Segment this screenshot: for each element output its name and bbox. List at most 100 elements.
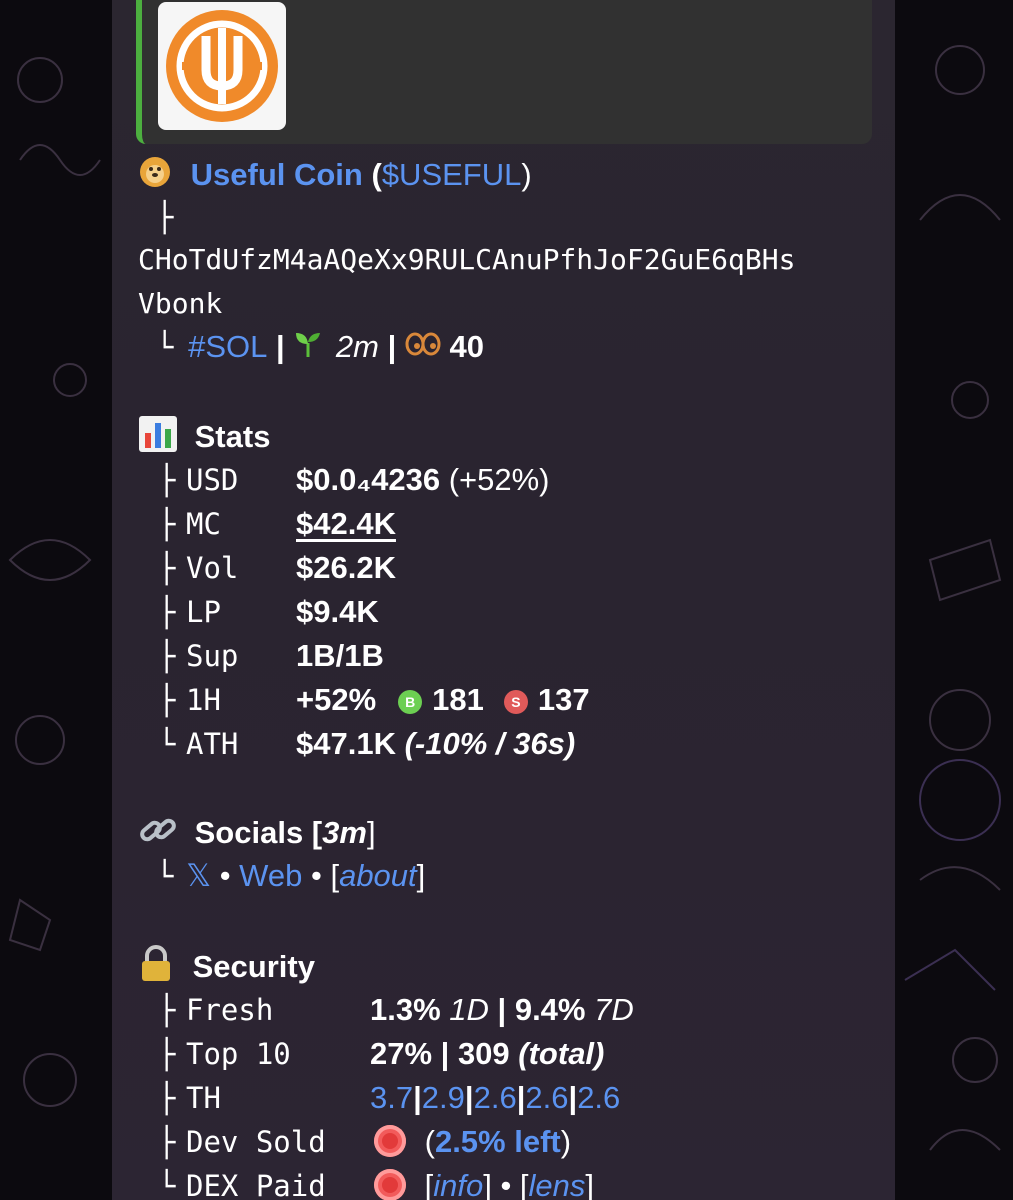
chain-age-holders-line: └ #SOL | 2m | 40 [156, 327, 484, 369]
tree-branch: ├ [158, 595, 176, 629]
stat-label: Sup [186, 639, 239, 673]
stat-label: MC [186, 507, 221, 541]
fresh-1d-percent: 1.3% [370, 992, 441, 1027]
socials-title: Socials [ [194, 815, 323, 851]
stat-value-group: $9.4K [296, 592, 379, 632]
tree-branch: ├ [158, 463, 176, 497]
about-link[interactable]: about [339, 858, 417, 893]
socials-close-bracket: ] [366, 815, 376, 851]
ticker-open-paren: ( [371, 157, 382, 193]
separator: • [211, 858, 240, 893]
top10-total-note: (total) [509, 1036, 605, 1071]
stat-value: $47.1K [296, 726, 396, 761]
dex-paid-value: [info] • [lens] [374, 1166, 594, 1200]
top10-value: 27% | 309 (total) [370, 1034, 604, 1074]
security-title: Security [192, 949, 315, 985]
sell-icon: S [503, 689, 528, 714]
separator: | [488, 992, 515, 1027]
sell-count: 137 [537, 682, 590, 717]
stat-extra: (-10% / 36s) [395, 726, 576, 761]
stat-label: LP [186, 595, 221, 629]
ticker-close-paren: ) [521, 157, 532, 193]
top10-label: Top 10 [186, 1037, 291, 1071]
address-line-1: CHoTdUfzM4aAQeXx9RULCAnuPfhJoF2GuE6qBHs [138, 243, 796, 276]
about-open-bracket: [ [330, 858, 340, 893]
socials-age: 3m [322, 815, 367, 851]
tree-branch: ├ [158, 683, 176, 717]
buy-icon: B [398, 689, 423, 714]
contract-address-continued[interactable]: Vbonk [138, 284, 222, 324]
dex-close-bracket: ] [585, 1168, 595, 1200]
seedling-icon [293, 329, 323, 369]
buy-count: 181 [432, 682, 484, 717]
tree-corner: └ [156, 859, 174, 893]
top-holder-link[interactable]: 2.6 [525, 1080, 568, 1115]
dex-info-link[interactable]: info [433, 1168, 483, 1200]
stat-value-group: 1B/1B [296, 636, 384, 676]
dev-sold-value: (2.5% left) [374, 1122, 571, 1162]
red-circle-icon [374, 1124, 406, 1157]
socials-links-line: └ 𝕏 • Web • [about] [156, 856, 425, 896]
fresh-7d-unit: 7D [585, 992, 634, 1027]
tree-corner: └ [156, 330, 174, 364]
web-link[interactable]: Web [239, 858, 302, 893]
separator: | [267, 329, 294, 364]
red-circle-icon [374, 1168, 406, 1200]
stat-value-group: $42.4K [296, 504, 396, 544]
top-holder-link[interactable]: 2.9 [422, 1080, 465, 1115]
fresh-7d-percent: 9.4% [514, 992, 586, 1027]
ticker-link[interactable]: $USEFUL [382, 157, 522, 192]
stats-title: Stats [194, 419, 271, 455]
stat-value: 1B/1B [296, 638, 384, 673]
x-link[interactable]: 𝕏 [186, 858, 211, 893]
tree-branch: ├ [158, 1081, 176, 1115]
link-icon [138, 812, 178, 858]
doge-icon [138, 155, 172, 199]
stat-value-group: $0.0₄4236 (+52%) [296, 460, 550, 500]
top-holder-link[interactable]: 2.6 [577, 1080, 620, 1115]
bot-message-bubble: Useful Coin ($USEFUL) ├ CHoTdUfzM4aAQeXx… [112, 0, 895, 1200]
tree-branch: ├ [158, 1125, 176, 1159]
top-holder-link[interactable]: 3.7 [370, 1080, 413, 1115]
stats-heading: Stats [138, 415, 270, 463]
dev-left-link[interactable]: 2.5% left [435, 1124, 561, 1159]
stat-value: $0.0₄4236 [296, 462, 441, 497]
dev-sold-label: Dev Sold [186, 1125, 326, 1159]
tree-branch: ├ [158, 507, 176, 541]
contract-address[interactable]: CHoTdUfzM4aAQeXx9RULCAnuPfhJoF2GuE6qBHs [138, 240, 795, 280]
tree-branch: ├ [158, 993, 176, 1027]
stat-value-group: $26.2K [296, 548, 396, 588]
tree-branch: ├ [158, 639, 176, 673]
fresh-1d-unit: 1D [440, 992, 489, 1027]
link-preview[interactable] [136, 0, 872, 144]
stat-value: $26.2K [296, 550, 396, 585]
top-holder-link[interactable]: 2.6 [474, 1080, 517, 1115]
tree-branch-address: ├ [156, 200, 174, 234]
token-logo [158, 2, 286, 130]
stat-label: ATH [186, 727, 239, 761]
separator: ] • [ [483, 1168, 529, 1200]
stat-value: $9.4K [296, 594, 379, 629]
fresh-label: Fresh [186, 993, 274, 1027]
stat-value: +52% [296, 682, 377, 717]
token-title-line: Useful Coin ($USEFUL) [138, 155, 532, 199]
tree-corner: └ [158, 1169, 176, 1200]
token-name-link[interactable]: Useful Coin [191, 157, 363, 192]
fresh-value: 1.3% 1D | 9.4% 7D [370, 990, 634, 1030]
dev-open-paren: ( [424, 1124, 435, 1159]
stat-label: 1H [186, 683, 221, 717]
stat-extra: (+52%) [440, 462, 550, 497]
stat-label: USD [186, 463, 239, 497]
top10-percent-holders: 27% | 309 [370, 1036, 510, 1071]
eyes-icon [405, 329, 441, 369]
stat-value-group: $47.1K (-10% / 36s) [296, 724, 575, 764]
chain-hashtag[interactable]: #SOL [188, 329, 267, 364]
stat-value[interactable]: $42.4K [296, 506, 396, 541]
address-line-2: Vbonk [138, 287, 223, 320]
tree-branch: ├ [158, 1037, 176, 1071]
socials-heading: Socials [3m] [138, 812, 376, 858]
separator: • [302, 858, 331, 893]
separator: | [378, 329, 405, 364]
tree-branch: ├ [158, 551, 176, 585]
dex-lens-link[interactable]: lens [529, 1168, 586, 1200]
